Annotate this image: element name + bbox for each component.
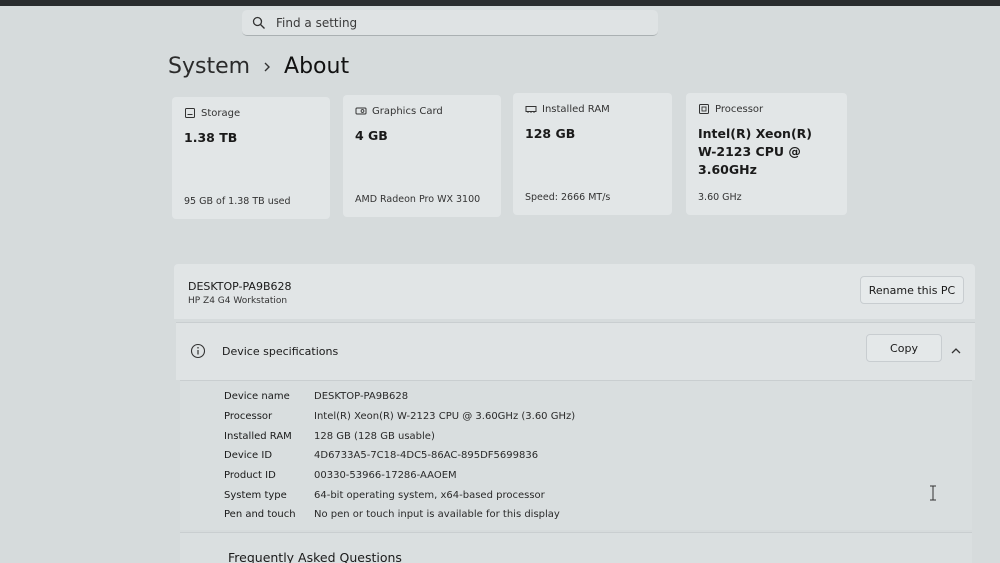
graphics-card-model: AMD Radeon Pro WX 3100 [355,194,481,205]
spec-value: 00330-53966-17286-AAOEM [314,470,457,482]
spec-key: Product ID [224,470,276,482]
spec-row-installed-ram: Installed RAM 128 GB (128 GB usable) [224,426,575,446]
spec-row-pen-and-touch: Pen and touch No pen or touch input is a… [224,505,575,525]
graphics-card-card[interactable]: Graphics Card 4 GB AMD Radeon Pro WX 310… [343,95,501,217]
spec-row-system-type: System type 64-bit operating system, x64… [224,485,575,505]
copy-button[interactable]: Copy [866,334,942,362]
processor-label: Processor [715,103,764,115]
spec-key: Processor [224,411,273,423]
page-title: About [284,54,350,79]
chevron-up-icon[interactable] [950,342,962,354]
spec-row-device-name: Device name DESKTOP-PA9B628 [224,387,575,407]
breadcrumb-system[interactable]: System [168,54,250,79]
search-icon [252,16,266,30]
spec-key: Pen and touch [224,509,296,521]
spec-value: 128 GB (128 GB usable) [314,430,435,442]
settings-search-box[interactable]: Find a setting [242,10,658,36]
processor-value-line: Intel(R) Xeon(R) [698,126,813,141]
storage-card[interactable]: Storage 1.38 TB 95 GB of 1.38 TB used [172,97,330,219]
spec-key: System type [224,489,287,501]
spec-value: 64-bit operating system, x64-based proce… [314,489,545,501]
spec-value: 4D6733A5-7C18-4DC5-86AC-895DF5699836 [314,450,539,462]
graphics-card-value: 4 GB [355,128,388,143]
search-placeholder: Find a setting [276,15,358,30]
processor-icon [698,103,710,115]
spec-key: Installed RAM [224,430,292,442]
window-top-edge [0,0,1000,6]
storage-icon [184,107,196,119]
spec-row-product-id: Product ID 00330-53966-17286-AAOEM [224,466,575,486]
ram-speed: Speed: 2666 MT/s [525,192,611,203]
ram-icon [525,103,537,115]
pc-model: HP Z4 G4 Workstation [188,296,288,306]
device-specifications-body: Device name DESKTOP-PA9B628 Processor In… [180,380,972,530]
spec-value: DESKTOP-PA9B628 [314,391,409,403]
spec-key: Device ID [224,450,273,462]
rename-pc-button[interactable]: Rename this PC [860,276,964,304]
spec-value: No pen or touch input is available for t… [314,509,560,521]
storage-label: Storage [201,107,241,119]
processor-card[interactable]: Processor Intel(R) Xeon(R) W-2123 CPU @ … [686,93,847,215]
processor-value: Intel(R) Xeon(R) W-2123 CPU @ 3.60GHz [698,125,835,179]
faq-section[interactable]: Frequently Asked Questions [180,532,972,563]
processor-speed: 3.60 GHz [698,192,742,203]
pc-name: DESKTOP-PA9B628 [188,280,292,293]
faq-title: Frequently Asked Questions [228,550,402,563]
processor-value-line: W-2123 CPU @ [698,144,801,159]
spec-row-processor: Processor Intel(R) Xeon(R) W-2123 CPU @ … [224,407,575,427]
text-cursor-icon [928,485,938,501]
spec-row-device-id: Device ID 4D6733A5-7C18-4DC5-86AC-895DF5… [224,446,575,466]
device-specifications-header[interactable]: Device specifications [176,322,975,380]
breadcrumb: System About [168,54,349,79]
graphics-card-label: Graphics Card [372,105,443,117]
installed-ram-label: Installed RAM [542,103,610,115]
info-icon [190,343,206,359]
device-specifications-title: Device specifications [222,345,339,358]
storage-value: 1.38 TB [184,130,238,145]
installed-ram-card[interactable]: Installed RAM 128 GB Speed: 2666 MT/s [513,93,672,215]
processor-value-line: 3.60GHz [698,162,757,177]
spec-key: Device name [224,391,290,403]
spec-value: Intel(R) Xeon(R) W-2123 CPU @ 3.60GHz (3… [314,411,576,423]
chevron-right-icon [256,61,278,73]
installed-ram-value: 128 GB [525,126,576,141]
pc-name-row: DESKTOP-PA9B628 HP Z4 G4 Workstation [174,264,975,319]
storage-usage: 95 GB of 1.38 TB used [184,196,291,207]
graphics-card-icon [355,105,367,117]
spec-table: Device name DESKTOP-PA9B628 Processor In… [224,387,575,525]
